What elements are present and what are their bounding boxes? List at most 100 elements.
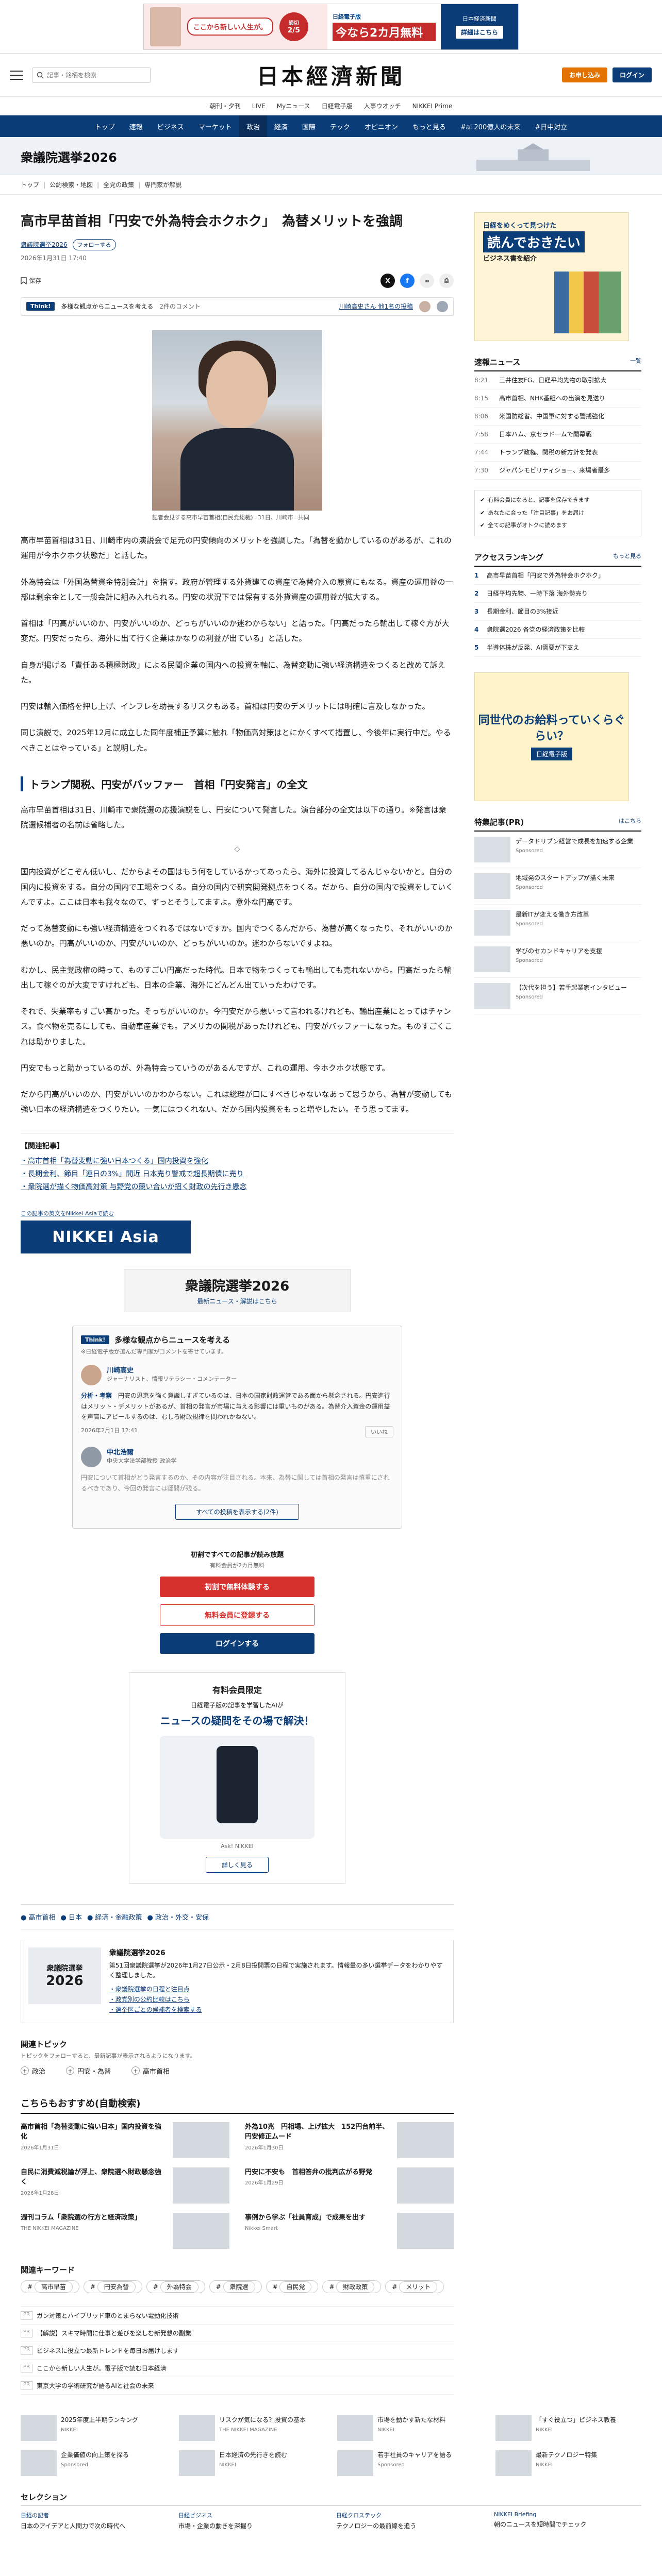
related-link[interactable]: ・衆院選が描く物価高対策 与野党の競い合いが招く財政の先行き懸念 (21, 1181, 454, 1194)
search-box[interactable] (32, 67, 151, 83)
ranking-item[interactable]: 1 高市早苗首相「円安で外為特会ホクホク」 (474, 567, 641, 585)
login-button[interactable]: ログイン (612, 67, 652, 82)
feature-item[interactable]: 地域発のスタートアップが描く未来 Sponsored (474, 868, 641, 905)
bottom-item[interactable]: 最新テクノロジー特集 NIKKEI (495, 2450, 641, 2476)
pr-link[interactable]: PR ビジネスに役立つ最新トレンドを毎日お届けします (21, 2342, 454, 2360)
bottom-item[interactable]: 若手社員のキャリアを語る Sponsored (337, 2450, 483, 2476)
nav-more[interactable]: もっと見る (405, 115, 453, 137)
breadcrumb-item[interactable]: 全党の政策 (103, 180, 134, 189)
news-item[interactable]: 8:21 三井住友FG、日経平均先物の取引拡大 (474, 371, 641, 389)
sidebar-ad-salary[interactable]: 同世代のお給料っていくらぐらい？ 日経電子版 (474, 672, 629, 802)
news-item[interactable]: 7:44 トランプ政権、関税の新方針を発表 (474, 444, 641, 462)
top-ad-banner[interactable]: ここから新しい人生が。 締切 2/5 日経電子版 今なら2カ月無料 日本経済新聞… (0, 0, 662, 54)
like-button[interactable]: いいね (365, 1426, 393, 1438)
avatar[interactable] (81, 1365, 102, 1386)
keyword-tag[interactable]: # 衆院選 (209, 2280, 262, 2293)
nav-politics[interactable]: 政治 (239, 115, 267, 137)
nav-ai[interactable]: #ai 200億人の未来 (453, 115, 527, 137)
topic-title[interactable]: 衆議院選挙2026 (109, 1947, 446, 1958)
article-tag-link[interactable]: 衆議院選挙2026 (21, 240, 68, 249)
nav-breaking[interactable]: 速報 (122, 115, 150, 137)
x-share-icon[interactable]: X (380, 273, 395, 288)
topic-link[interactable]: ・選挙区ごとの候補者を検索する (109, 2005, 446, 2015)
topic-thumbnail[interactable]: 衆議院選挙 2026 (28, 1947, 101, 2005)
think-bar[interactable]: Think! 多様な観点からニュースを考える 2件のコメント 川崎高史さん 他1… (21, 297, 454, 316)
facebook-share-icon[interactable]: f (400, 273, 415, 288)
selection-item[interactable]: 日経ビジネス 市場・企業の動きを深掘り (178, 2511, 326, 2531)
think-link[interactable]: 川崎高史さん 他1名の投稿 (339, 302, 413, 311)
keyword-tag[interactable]: # メリット (385, 2280, 444, 2293)
related-link[interactable]: ・長期金利、節目「連日の3%」間近 日本売り警戒で超長期債に売り (21, 1168, 454, 1181)
keyword-tag[interactable]: # 外為特会 (146, 2280, 205, 2293)
pr-link[interactable]: PR 【解説】スキマ時間に仕事と遊びを楽しむ新発想の副業 (21, 2325, 454, 2342)
recommended-item[interactable]: 円安に不安も 首相答弁の批判広がる野党 2026年1月29日 (245, 2167, 454, 2204)
keyword-tag[interactable]: # 円安為替 (83, 2280, 142, 2293)
breadcrumb-item[interactable]: 専門家が解説 (144, 180, 181, 189)
expert-name[interactable]: 川崎高史 (107, 1365, 237, 1375)
recommended-item[interactable]: 自民に消費減税論が浮上、衆院選へ財政懸念強く 2026年1月28日 (21, 2167, 229, 2204)
keyword-tag[interactable]: # 高市早苗 (21, 2280, 79, 2293)
selection-item[interactable]: 日経クロステック テクノロジーの最前線を追う (336, 2511, 484, 2531)
nav-top[interactable]: トップ (88, 115, 122, 137)
breadcrumb-item[interactable]: トップ (21, 180, 39, 189)
follow-button[interactable]: フォローする (72, 239, 116, 250)
election-banner[interactable]: 衆議院選挙2026 最新ニュース・解説はこちら (124, 1269, 351, 1313)
topic-follow[interactable]: + 政治 (21, 2066, 45, 2076)
subnav-item[interactable]: 日経電子版 (322, 101, 353, 110)
nav-economy[interactable]: 経済 (267, 115, 295, 137)
feature-item[interactable]: データドリブン経営で成長を加速する企業 Sponsored (474, 832, 641, 869)
feature-item[interactable]: 【次代を担う】若手起業家インタビュー Sponsored (474, 978, 641, 1015)
bottom-item[interactable]: 企業価値の向上策を探る Sponsored (21, 2450, 167, 2476)
search-input[interactable] (47, 71, 146, 79)
print-icon[interactable]: ⎙ (439, 273, 454, 288)
feature-item[interactable]: 最新ITが変える働き方改革 Sponsored (474, 905, 641, 942)
nav-japan-china[interactable]: #日中対立 (527, 115, 574, 137)
ranking-item[interactable]: 5 半導体株が反発、AI需要が下支え (474, 639, 641, 657)
tag-link[interactable]: ● 経済・金融政策 (87, 1912, 142, 1922)
nikkei-asia-logo[interactable]: NIKKEI Asia (21, 1221, 191, 1254)
feature-more[interactable]: はこちら (619, 817, 641, 827)
topic-link[interactable]: ・衆議院選挙の日程と注目点 (109, 1984, 446, 1994)
menu-icon[interactable] (10, 70, 23, 80)
news-item[interactable]: 7:30 ジャパンモビリティショー、来場者最多 (474, 462, 641, 480)
show-all-comments-button[interactable]: すべての投稿を表示する(2件) (175, 1504, 299, 1520)
topic-link[interactable]: ・政党別の公約比較はこちら (109, 1994, 446, 2005)
subscribe-button[interactable]: お申し込み (561, 67, 607, 82)
nav-market[interactable]: マーケット (191, 115, 239, 137)
recommended-item[interactable]: 事例から学ぶ「社員育成」で成果を出す Nikkei Smart (245, 2212, 454, 2249)
subnav-item[interactable]: 朝刊・夕刊 (210, 101, 241, 110)
bottom-item[interactable]: リスクが気になる？投資の基本 THE NIKKEI MAGAZINE (179, 2415, 325, 2441)
nav-opinion[interactable]: オピニオン (357, 115, 405, 137)
section-title[interactable]: 衆議院選挙2026 (21, 147, 117, 165)
site-logo[interactable]: 日本經濟新聞 (257, 59, 405, 91)
recommended-item[interactable]: 高市首相「為替変動に強い日本」国内投資を強化 2026年1月31日 (21, 2122, 229, 2158)
news-item[interactable]: 7:58 日本ハム、京セラドームで開幕戦 (474, 426, 641, 444)
paywall-login-button[interactable]: ログインする (160, 1633, 315, 1654)
nav-business[interactable]: ビジネス (150, 115, 191, 137)
register-free-button[interactable]: 無料会員に登録する (160, 1604, 315, 1626)
recommended-item[interactable]: 外為10兆 円相場、上げ拡大 152円台前半、円安修正ムード 2026年1月30日 (245, 2122, 454, 2158)
recommended-item[interactable]: 週刊コラム「衆院選の行方と経済政策」 THE NIKKEI MAGAZINE (21, 2212, 229, 2249)
expert-name[interactable]: 中北浩爾 (107, 1447, 177, 1456)
bottom-item[interactable]: 日本経済の先行きを読む NIKKEI (179, 2450, 325, 2476)
save-button[interactable]: 保存 (21, 276, 41, 285)
related-link[interactable]: ・高市首相「為替変動に強い日本つくる」国内投資を強化 (21, 1155, 454, 1168)
subnav-item[interactable]: 人事ウオッチ (364, 101, 401, 110)
tag-link[interactable]: ● 高市首相 (21, 1912, 56, 1922)
feature-item[interactable]: 学びのセカンドキャリアを支援 Sponsored (474, 941, 641, 978)
promo-details-button[interactable]: 詳しく見る (205, 1857, 269, 1873)
selection-item[interactable]: 日経の記者 日本のアイデアと人間力で次の時代へ (21, 2511, 168, 2531)
ad-cta-button[interactable]: 詳細はこちら (455, 26, 503, 39)
news-item[interactable]: 8:15 高市首相、NHK番組への出演を見送り (474, 389, 641, 408)
ranking-item[interactable]: 3 長期金利、節目の3%接近 (474, 603, 641, 621)
link-share-icon[interactable]: ∞ (420, 273, 434, 288)
pr-link[interactable]: PR 東京大学の学術研究が語るAIと社会の未来 (21, 2377, 454, 2395)
sidebar-ad-books[interactable]: 日経をめくって見つけた 読んでおきたい ビジネス書を紹介 (474, 212, 629, 341)
topic-follow[interactable]: + 高市首相 (131, 2066, 170, 2076)
ranking-more[interactable]: もっと見る (613, 552, 641, 563)
nikkei-asia-link[interactable]: この記事の英文をNikkei Asiaで読む (21, 1210, 114, 1217)
subnav-item[interactable]: LIVE (252, 103, 266, 110)
bottom-item[interactable]: 市場を動かす新たな材料 NIKKEI (337, 2415, 483, 2441)
free-trial-button[interactable]: 初割で無料体験する (160, 1577, 315, 1598)
avatar[interactable] (81, 1447, 102, 1468)
